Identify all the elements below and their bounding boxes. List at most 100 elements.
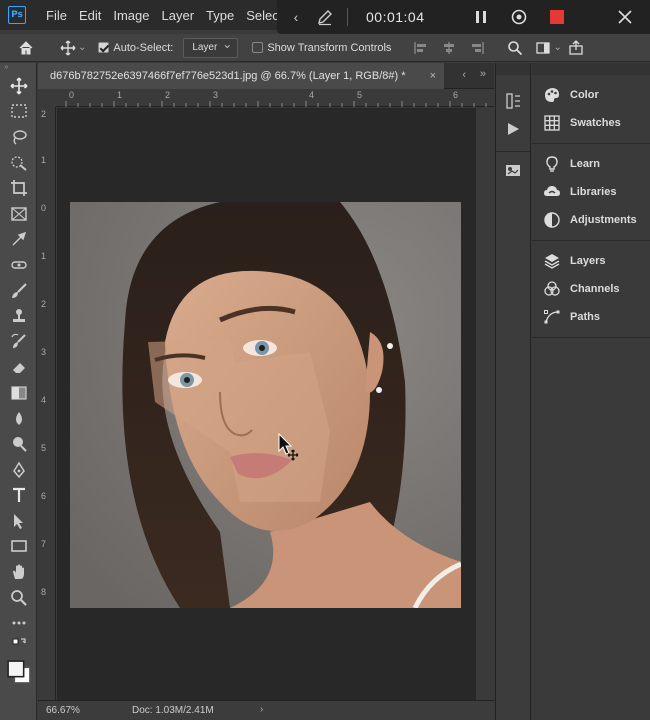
ruler-h-label: 1 xyxy=(117,90,123,100)
spot-healing-brush-icon[interactable] xyxy=(0,252,37,278)
restart-recording-button[interactable] xyxy=(505,3,533,31)
ruler-h-label: 3 xyxy=(213,90,219,100)
lasso-tool-icon[interactable] xyxy=(0,124,37,150)
path-selection-tool-icon[interactable] xyxy=(0,508,37,534)
panel-adjustments-label: Adjustments xyxy=(570,214,637,226)
paths-icon xyxy=(542,307,562,327)
ruler-v-label: 6 xyxy=(41,491,47,501)
panel-channels[interactable]: Channels xyxy=(532,275,650,303)
align-center-icon[interactable] xyxy=(435,35,463,61)
menu-type[interactable]: Type xyxy=(206,8,234,23)
libraries-icon xyxy=(542,182,562,202)
ruler-h-label: 6 xyxy=(453,90,459,100)
properties-panel-icon[interactable] xyxy=(496,151,530,187)
panel-paths[interactable]: Paths xyxy=(532,303,650,331)
toolbar-collapse-icon[interactable]: » xyxy=(0,63,36,73)
home-icon[interactable] xyxy=(12,35,40,61)
panel-layers-label: Layers xyxy=(570,255,606,267)
vertical-scrollbar[interactable] xyxy=(476,108,494,700)
eraser-tool-icon[interactable] xyxy=(0,355,37,381)
photoshop-logo: Ps xyxy=(8,6,26,24)
show-transform-checkbox[interactable] xyxy=(252,42,264,53)
hand-tool-icon[interactable] xyxy=(0,559,37,585)
ruler-v-label: 7 xyxy=(41,539,47,549)
canvas-image-portrait[interactable] xyxy=(70,202,461,608)
layers-icon xyxy=(542,251,562,271)
marquee-tool-icon[interactable] xyxy=(0,99,37,125)
brush-tool-icon[interactable] xyxy=(0,278,37,304)
crop-tool-icon[interactable] xyxy=(0,175,37,201)
zoom-tool-icon[interactable] xyxy=(0,585,37,611)
workspace-chevron-icon[interactable]: ⌄ xyxy=(553,42,561,53)
ruler-corner xyxy=(38,89,56,107)
color-icon xyxy=(542,85,562,105)
document-tab[interactable]: d676b782752e6397466f7ef776e523d1.jpg @ 6… xyxy=(38,63,444,89)
menu-file[interactable]: File xyxy=(46,8,67,23)
zoom-level[interactable]: 66.67% xyxy=(46,705,80,716)
options-bar: ⌄ Auto-Select: Layer Show Transform Cont… xyxy=(0,34,650,62)
share-icon[interactable] xyxy=(562,35,590,61)
panel-learn-label: Learn xyxy=(570,158,600,170)
blur-tool-icon[interactable] xyxy=(0,406,37,432)
eyedropper-tool-icon[interactable] xyxy=(0,227,37,253)
color-swatches-icon[interactable] xyxy=(0,654,37,690)
menu-image[interactable]: Image xyxy=(113,8,149,23)
panel-layers[interactable]: Layers xyxy=(532,247,650,275)
recording-timer: 00:01:04 xyxy=(366,9,425,25)
edit-toolbar-icon[interactable] xyxy=(0,610,37,636)
close-tab-icon[interactable]: × xyxy=(430,63,436,89)
ruler-v-label: 3 xyxy=(41,347,47,357)
panel-swatches[interactable]: Swatches xyxy=(532,109,650,137)
dodge-tool-icon[interactable] xyxy=(0,431,37,457)
search-icon[interactable] xyxy=(501,35,529,61)
ruler-v-label: 1 xyxy=(41,155,47,165)
align-left-icon[interactable] xyxy=(407,35,435,61)
close-recorder-icon[interactable] xyxy=(611,3,639,31)
menu-layer[interactable]: Layer xyxy=(162,8,195,23)
gradient-tool-icon[interactable] xyxy=(0,380,37,406)
ruler-v-label: 5 xyxy=(41,443,47,453)
auto-select-checkbox[interactable] xyxy=(98,42,110,53)
annotate-pen-icon[interactable] xyxy=(313,5,337,29)
pause-button[interactable] xyxy=(467,3,495,31)
quick-selection-tool-icon[interactable] xyxy=(0,150,37,176)
history-panel-icon[interactable] xyxy=(496,87,530,115)
tools-panel: » xyxy=(0,63,37,720)
auto-select-label: Auto-Select: xyxy=(113,41,174,54)
pen-tool-icon[interactable] xyxy=(0,457,37,483)
align-right-icon[interactable] xyxy=(463,35,491,61)
document-size: Doc: 1.03M/2.41M xyxy=(132,705,214,716)
type-tool-icon[interactable] xyxy=(0,483,37,509)
stop-recording-button[interactable] xyxy=(543,3,571,31)
show-transform-label: Show Transform Controls xyxy=(267,41,392,54)
auto-select-target-dropdown[interactable]: Layer xyxy=(183,35,239,58)
history-brush-tool-icon[interactable] xyxy=(0,329,37,355)
screen-recorder-bar: ‹ 00:01:04 xyxy=(277,0,650,34)
chevron-down-icon[interactable]: ⌄ xyxy=(78,42,86,53)
document-tab-bar: d676b782752e6397466f7ef776e523d1.jpg @ 6… xyxy=(38,63,494,89)
status-menu-chevron-icon[interactable]: › xyxy=(260,704,263,715)
menu-edit[interactable]: Edit xyxy=(79,8,101,23)
rectangle-tool-icon[interactable] xyxy=(0,534,37,560)
collapsed-panel-dock xyxy=(495,63,531,720)
ruler-h-label: 2 xyxy=(165,90,171,100)
panel-color[interactable]: Color xyxy=(532,81,650,109)
swap-colors-icon[interactable] xyxy=(0,636,37,654)
panel-group-learn: Learn Libraries Adjustments xyxy=(532,144,650,241)
panel-learn[interactable]: Learn xyxy=(532,150,650,178)
panel-channels-label: Channels xyxy=(570,283,620,295)
actions-play-icon[interactable] xyxy=(496,115,530,143)
panel-libraries[interactable]: Libraries xyxy=(532,178,650,206)
vertical-ruler[interactable]: 2 1 0 1 2 3 4 5 6 7 8 xyxy=(38,107,56,700)
horizontal-ruler[interactable]: 0 1 2 3 4 5 6 xyxy=(56,89,494,107)
panels-dock: Color Swatches Learn Libraries Adjustmen… xyxy=(532,63,650,720)
panel-adjustments[interactable]: Adjustments xyxy=(532,206,650,234)
clone-stamp-tool-icon[interactable] xyxy=(0,303,37,329)
frame-tool-icon[interactable] xyxy=(0,201,37,227)
tab-scroll-left-icon[interactable]: ‹ xyxy=(462,69,466,81)
document-tab-title: d676b782752e6397466f7ef776e523d1.jpg @ 6… xyxy=(50,70,406,82)
panel-color-label: Color xyxy=(570,89,599,101)
tab-overflow-icon[interactable]: » xyxy=(480,68,486,80)
move-tool-icon[interactable] xyxy=(0,73,37,99)
collapse-chevron-icon[interactable]: ‹ xyxy=(285,9,307,25)
